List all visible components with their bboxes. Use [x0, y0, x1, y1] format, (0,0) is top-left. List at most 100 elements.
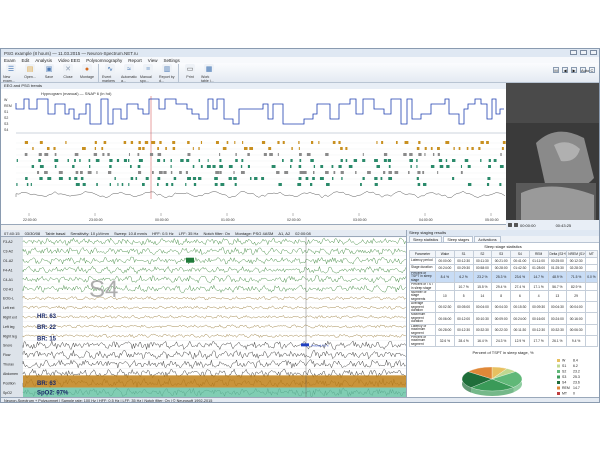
- channel-label[interactable]: Right leg: [3, 334, 17, 338]
- toolbar-button-close-document[interactable]: ✕ Close: [60, 64, 76, 79]
- eeg-trace: [22, 350, 406, 360]
- table-row[interactable]: Stage duration 00:24:00 00:29:30 00:58:00 00…: [409, 264, 598, 272]
- table-row[interactable]: Maximum segment duration 00:06:00 00:12:00…: [409, 312, 598, 325]
- table-row[interactable]: Average segment duration 00:02:30 00:05:00…: [409, 301, 598, 314]
- table-row[interactable]: Percent of TST in sleep stage 10.7 % 15.5 …: [409, 282, 598, 292]
- table-row[interactable]: Percent of maximum segment 32.6 % 28.4 % 16…: [409, 334, 598, 348]
- row-label: Percent of TSPT in sleep stage: [409, 270, 436, 284]
- toolbar-small-button[interactable]: Auto: [580, 67, 589, 73]
- channel-label[interactable]: O2-A1: [3, 287, 13, 291]
- toolbar-button-report[interactable]: ▥ Report by d...: [159, 64, 175, 83]
- toolbar-button-work-table[interactable]: ▦ Work table i...: [201, 64, 217, 83]
- toolbar-small-button[interactable]: C: [589, 67, 595, 73]
- eeg-trace: [22, 359, 406, 369]
- table-cell: 00:09:00: [491, 312, 511, 325]
- channel-label[interactable]: F4-A1: [3, 268, 13, 272]
- eeg-toolbar-item[interactable]: Sweep: 10.8 mm/s: [114, 231, 147, 236]
- tab-sleep-statistics[interactable]: Sleep statistics: [409, 236, 443, 242]
- toolbar-button-label: Print: [186, 75, 194, 79]
- hypnogram-plot[interactable]: Hypnogram (manual) — SNAP 6 (in hd) W REM S…: [1, 89, 506, 225]
- table-column-header[interactable]: REM: [528, 250, 549, 258]
- table-cell: 29: [566, 290, 586, 303]
- table-column-header[interactable]: Delta (S3+S4): [547, 250, 568, 258]
- channel-label[interactable]: Flow: [3, 353, 11, 357]
- channel-label[interactable]: SpO2: [3, 391, 12, 395]
- table-cell: 00:25:00: [547, 257, 568, 265]
- toolbar-button-new-exam[interactable]: ☰ New exam...: [3, 64, 19, 83]
- channel-label[interactable]: Position: [3, 381, 16, 385]
- eeg-toolbar-item[interactable]: 02:00:08: [295, 231, 311, 236]
- channel-label[interactable]: Thorax: [3, 363, 14, 367]
- toolbar-button-save[interactable]: ▣ Save: [41, 64, 57, 79]
- toolbar-small-button[interactable]: ▶: [571, 67, 577, 73]
- table-column-header[interactable]: S2: [472, 250, 493, 258]
- eeg-toolbar-item[interactable]: Sensitivity: 10 µV/mm: [70, 231, 109, 236]
- stage-label: S3: [4, 122, 8, 126]
- eeg-toolbar-item[interactable]: HFF: 0.5 Hz: [152, 231, 174, 236]
- toolbar-button-event-markers[interactable]: ∿ Event markers: [102, 64, 118, 83]
- toolbar-button-label: Manual spo...: [140, 75, 152, 83]
- table-column-header[interactable]: MT: [585, 250, 598, 258]
- channel-label[interactable]: EOG-L: [3, 297, 14, 301]
- maximize-icon[interactable]: [580, 50, 587, 55]
- menu-view[interactable]: View: [148, 58, 158, 63]
- table-row[interactable]: Latency period 00:00:00 00:12:30 00:11:30 00…: [409, 257, 598, 265]
- eeg-toolbar-item[interactable]: Table basal: [45, 231, 65, 236]
- table-column-header[interactable]: S4: [510, 250, 530, 258]
- table-column-header[interactable]: S1: [453, 250, 474, 258]
- eeg-toolbar-item[interactable]: Montage: PSG 4ASM: [235, 231, 273, 236]
- menu-video-eeg[interactable]: Video EEG: [58, 58, 80, 63]
- arousal-marker[interactable]: [301, 343, 309, 347]
- event-marker[interactable]: [186, 257, 194, 263]
- menu-polysomnography[interactable]: Polysomnography: [86, 58, 122, 63]
- channel-label[interactable]: C3-A2: [3, 250, 13, 254]
- table-cell: 00:32:30: [472, 323, 493, 336]
- channel-label[interactable]: Right ext: [3, 316, 17, 320]
- stop-icon[interactable]: [514, 223, 518, 227]
- table-column-header[interactable]: NREM (S1+S2+S3+S4): [566, 250, 586, 258]
- sleep-stage-pie-chart[interactable]: W 8.4 S1 6.2 S2 23.2 S3 25.3 S4 23.6REM 14.7 MT 0: [407, 355, 600, 403]
- table-row[interactable]: Number of stage segments 10 5 14 8 6 4 13 29: [409, 290, 598, 303]
- toolbar-small-button[interactable]: M: [553, 67, 559, 73]
- eeg-toolbar-item[interactable]: A1, A2: [278, 231, 290, 236]
- channel-label[interactable]: C4-A1: [3, 278, 13, 282]
- menu-report[interactable]: Report: [128, 58, 142, 63]
- table-cell: 0.0 %: [585, 270, 598, 284]
- channel-label[interactable]: Left leg: [3, 325, 15, 329]
- channel-label[interactable]: Snore: [3, 344, 12, 348]
- table-row[interactable]: Percent of TSPT in sleep stage 8.4 % 6.2 %…: [409, 270, 598, 284]
- table-cell: 00:12:30: [528, 323, 549, 336]
- channel-label[interactable]: Left ext: [3, 306, 15, 310]
- close-icon[interactable]: [590, 50, 597, 55]
- toolbar-button-montage[interactable]: ● Montage: [79, 64, 95, 79]
- toolbar-button-print[interactable]: ▭ Print: [182, 64, 198, 79]
- menu-exam[interactable]: Exam: [4, 58, 16, 63]
- table-column-header[interactable]: S3: [491, 250, 511, 258]
- table-row[interactable]: Latency of maximum segment 00:28:00 00:12:…: [409, 323, 598, 336]
- play-icon[interactable]: [508, 223, 512, 227]
- table-column-header[interactable]: Parameter: [409, 250, 436, 258]
- eeg-toolbar-item[interactable]: LFF: 35 Hz: [179, 231, 199, 236]
- eeg-trace: [22, 275, 406, 284]
- eeg-toolbar-item[interactable]: 07:40:15: [4, 231, 20, 236]
- table-column-header[interactable]: Wake: [435, 250, 455, 258]
- tab-activations[interactable]: Activations: [474, 236, 501, 242]
- toolbar-button-open-folder[interactable]: ▤ Open...: [22, 64, 38, 79]
- eeg-toolbar-item[interactable]: 03/30/08: [25, 231, 41, 236]
- toolbar-small-button[interactable]: ◀: [562, 67, 568, 73]
- channel-label[interactable]: Abdomen: [3, 372, 18, 376]
- eeg-toolbar-item[interactable]: Notch filter: On: [203, 231, 230, 236]
- menu-settings[interactable]: Settings: [163, 58, 179, 63]
- eeg-traces[interactable]: F3-A2 C3-A2 O1-A2 F4-A1 C4-A1 O2-A1 EOG-L Left …: [1, 236, 406, 398]
- minimize-icon[interactable]: [570, 50, 577, 55]
- tab-sleep-stages[interactable]: Sleep stages: [443, 236, 474, 242]
- toolbar-button-automatic-analysis[interactable]: ≈ Automatic a...: [121, 64, 137, 83]
- menu-analysis[interactable]: Analysis: [35, 58, 52, 63]
- position-band: [23, 375, 406, 388]
- menu-edit[interactable]: Edit: [22, 58, 30, 63]
- channel-label[interactable]: F3-A2: [3, 240, 13, 244]
- channel-label[interactable]: O1-A2: [3, 259, 13, 263]
- toolbar-button-manual-spo[interactable]: ≡ Manual spo...: [140, 64, 156, 83]
- patient-video[interactable]: [506, 83, 599, 220]
- table-cell: [585, 334, 598, 348]
